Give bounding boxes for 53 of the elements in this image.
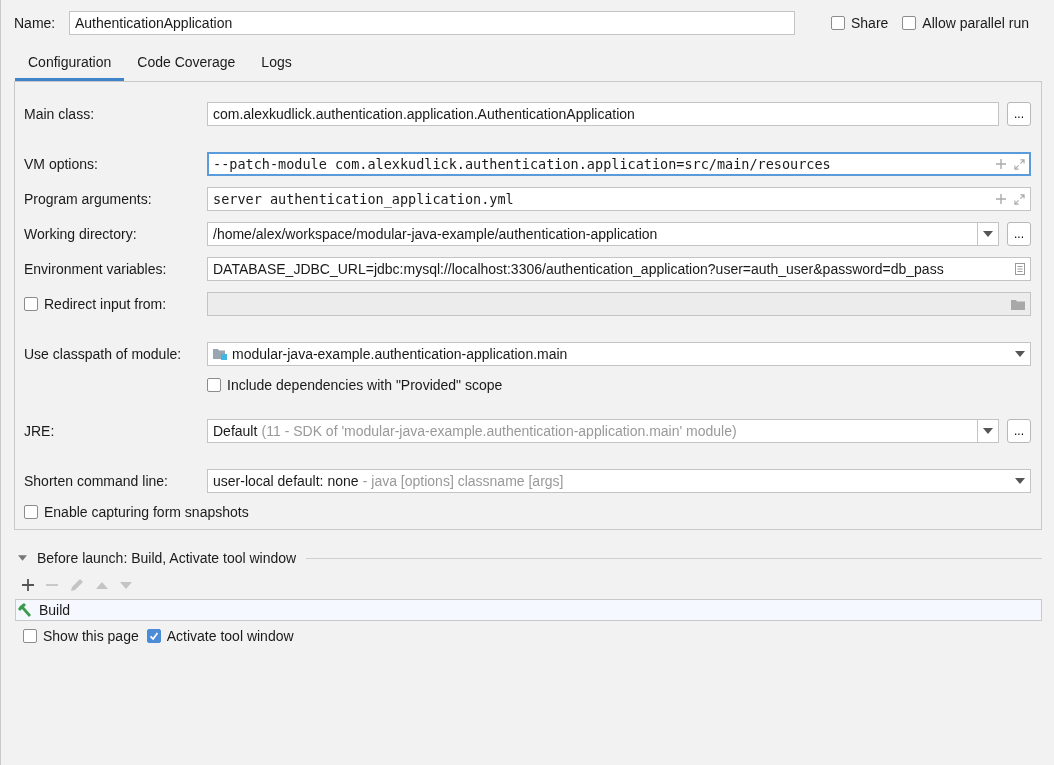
checkbox[interactable] <box>902 16 917 30</box>
checkbox-label: Include dependencies with "Provided" scope <box>227 377 503 393</box>
field-label: Environment variables: <box>24 261 168 277</box>
checkbox[interactable] <box>146 629 161 643</box>
expand-icon[interactable] <box>1014 193 1025 205</box>
document-icon[interactable] <box>1015 263 1025 275</box>
combo-box[interactable]: /home/alex/workspace/modular-java-example/authentication-application <box>207 222 999 246</box>
browse-button[interactable]: ... <box>1007 102 1031 126</box>
text-field[interactable]: server authentication_application.yml <box>207 187 1031 211</box>
combo-box[interactable]: Default (11 - SDK of 'modular-java-example.authentication-application.main' module) <box>207 419 999 443</box>
text-field[interactable]: com.alexkudlick.authentication.application.AuthenticationApplication <box>207 102 999 126</box>
checkbox-label: Enable capturing form snapshots <box>44 504 249 520</box>
name-label: Name: <box>14 15 57 31</box>
combo-box[interactable]: user-local default: none - java [options] classname [args] <box>207 469 1031 493</box>
tab[interactable]: Logs <box>248 48 305 81</box>
checkbox-label: Share <box>851 15 889 31</box>
name-field[interactable]: AuthenticationApplication <box>69 11 795 35</box>
browse-button[interactable]: ... <box>1007 419 1031 443</box>
dropdown-caret-icon[interactable] <box>1015 478 1025 484</box>
checkbox[interactable] <box>24 297 38 311</box>
browse-button[interactable]: ... <box>1007 222 1031 246</box>
checkbox[interactable] <box>831 16 845 30</box>
checkbox-label: Show this page <box>43 628 139 644</box>
dropdown-caret-icon[interactable] <box>983 428 993 434</box>
field-label: Working directory: <box>24 226 138 242</box>
tab[interactable]: Configuration <box>15 48 125 81</box>
add-icon[interactable] <box>22 579 34 591</box>
field-label: VM options: <box>24 156 99 172</box>
field-label: JRE: <box>24 423 56 439</box>
text-field[interactable]: DATABASE_JDBC_URL=jdbc:mysql://localhost:3306/authentication_application?user=auth_user&password=db_pass <box>207 257 1031 281</box>
field-label: Program arguments: <box>24 191 153 207</box>
field-label: Shorten command line: <box>24 473 169 489</box>
hammer-icon <box>18 603 34 617</box>
tab[interactable]: Code Coverage <box>124 48 249 81</box>
dropdown-caret-icon[interactable] <box>983 231 993 237</box>
checkbox-label: Redirect input from: <box>44 296 167 312</box>
collapse-triangle-icon[interactable] <box>18 555 27 561</box>
task-list-item[interactable]: Build <box>16 600 1041 620</box>
expand-icon[interactable] <box>1014 158 1025 170</box>
section-title: Before launch: Build, Activate tool window <box>37 550 297 566</box>
text-field[interactable]: --patch-module com.alexkudlick.authentication.application=src/main/resources <box>207 152 1031 176</box>
plus-icon[interactable] <box>996 194 1006 204</box>
checkbox[interactable] <box>24 505 38 519</box>
checkbox-label: Allow parallel run <box>922 15 1029 31</box>
checkbox-label: Activate tool window <box>166 628 294 644</box>
module-folder-icon <box>213 348 227 360</box>
checkbox[interactable] <box>23 629 37 643</box>
combo-box[interactable]: modular-java-example.authentication-application.main <box>207 342 1031 366</box>
field-label: Main class: <box>24 106 96 122</box>
checkbox[interactable] <box>207 378 221 392</box>
dropdown-caret-icon[interactable] <box>1015 351 1025 357</box>
plus-icon[interactable] <box>996 159 1006 169</box>
field-label: Use classpath of module: <box>24 346 183 362</box>
